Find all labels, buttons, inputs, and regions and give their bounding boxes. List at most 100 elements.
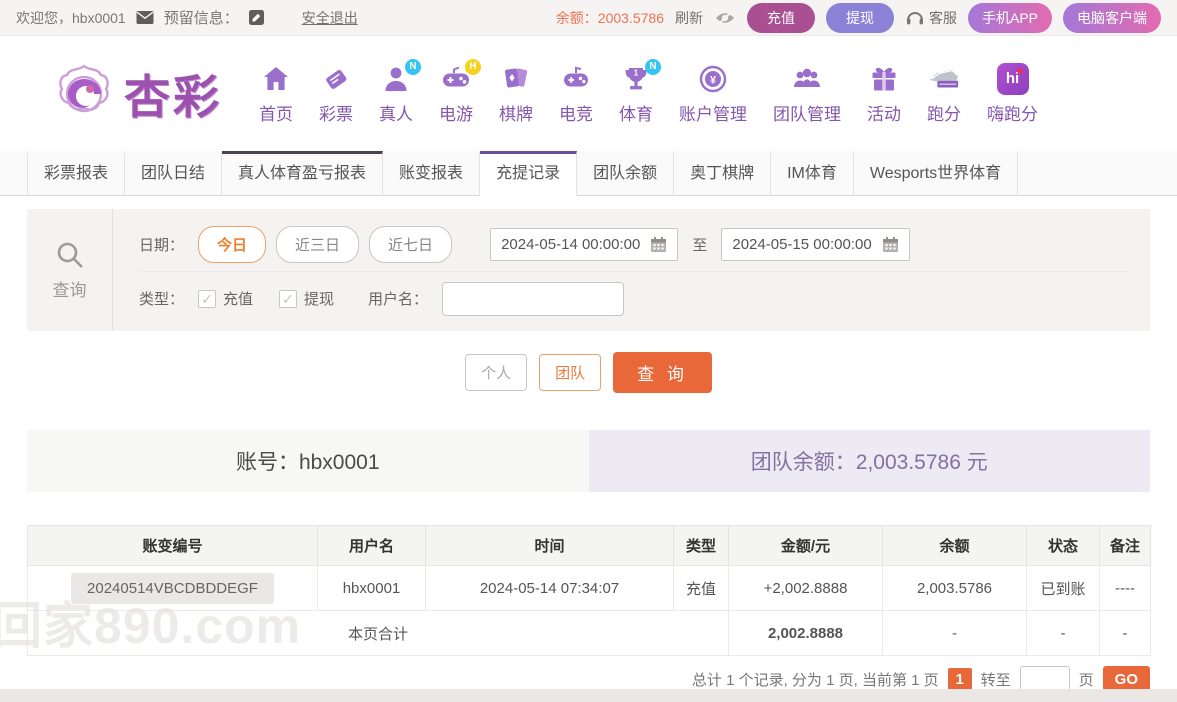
- total-remark-cell: -: [1099, 610, 1151, 656]
- badge-n: N: [405, 58, 421, 75]
- recharge-checkbox[interactable]: ✓: [198, 289, 217, 308]
- badge-n: N: [645, 58, 661, 75]
- nav-item-account-mgmt[interactable]: ¥ 账户管理: [666, 63, 760, 125]
- nav-item-paofen[interactable]: 跑分: [914, 63, 974, 125]
- home-icon: [260, 63, 292, 95]
- total-status-cell: -: [1026, 610, 1100, 656]
- nav-label: 体育: [619, 104, 653, 124]
- nav-label: 电游: [439, 104, 473, 124]
- cell-amount: +2,002.8888: [728, 565, 883, 611]
- records-table: 账变编号 用户名 时间 类型 金额/元 余额 状态 备注 20240514VBC…: [27, 525, 1151, 656]
- search-side-block[interactable]: 查询: [27, 209, 113, 331]
- nav-label: 彩票: [319, 104, 353, 124]
- team-icon: [791, 63, 823, 95]
- pc-client-button[interactable]: 电脑客户端: [1063, 2, 1161, 33]
- recharge-button[interactable]: 充值: [746, 2, 815, 33]
- nav-item-home[interactable]: 首页: [246, 63, 306, 125]
- date-to-input[interactable]: 2024-05-15 00:00:00: [721, 227, 910, 261]
- cell-change-id: 20240514VBCDBDDEGF: [27, 565, 318, 611]
- tab-lottery-report[interactable]: 彩票报表: [27, 151, 126, 195]
- envelope-icon[interactable]: [136, 10, 154, 25]
- nav-item-cards[interactable]: 棋牌: [486, 63, 546, 125]
- search-button[interactable]: 查 询: [613, 352, 712, 393]
- checkbox-withdraw-wrap[interactable]: ✓ 提现: [279, 288, 334, 309]
- calendar-icon[interactable]: [650, 236, 667, 253]
- nav-item-lottery[interactable]: 彩票: [306, 63, 366, 125]
- pill-last-7-days[interactable]: 近七日: [369, 225, 453, 263]
- tab-team-balance[interactable]: 团队余额: [577, 151, 675, 195]
- site-logo[interactable]: 杏彩: [52, 61, 222, 127]
- nav-label: 团队管理: [773, 104, 841, 124]
- ticket-icon: [320, 63, 352, 95]
- jump-to-label: 转至: [980, 672, 1011, 689]
- col-header-time: 时间: [425, 525, 674, 566]
- nav-item-promotions[interactable]: 活动: [854, 63, 914, 125]
- team-balance: 团队余额：2,003.5786 元: [588, 430, 1150, 492]
- gift-icon: [868, 63, 900, 95]
- filter-form: 日期： 今日 近三日 近七日 2024-05-14 00:00:00 至 202…: [113, 209, 1150, 331]
- customer-service-label: 客服: [928, 9, 957, 26]
- pill-last-3-days[interactable]: 近三日: [276, 225, 360, 263]
- gamepad-icon: H: [440, 58, 481, 95]
- date-label: 日期：: [139, 236, 185, 254]
- trophy-icon: 1 N: [620, 58, 661, 95]
- balance-text: 余额：2003.5786: [555, 9, 664, 26]
- tab-account-changes[interactable]: 账变报表: [383, 151, 481, 195]
- withdraw-checkbox[interactable]: ✓: [279, 289, 298, 308]
- nav-item-esports[interactable]: 电竞: [546, 63, 606, 125]
- filter-panel: 查询 日期： 今日 近三日 近七日 2024-05-14 00:00:00 至 …: [27, 209, 1150, 331]
- action-buttons: 个人 团队 查 询: [0, 352, 1177, 393]
- cell-remark: ----: [1099, 565, 1151, 611]
- nav-item-slots[interactable]: H 电游: [426, 58, 486, 125]
- flower-logo-icon: [52, 62, 116, 126]
- current-page-button[interactable]: 1: [947, 667, 972, 692]
- username-input[interactable]: [442, 281, 625, 316]
- live-dealer-icon: N: [380, 58, 421, 95]
- nav-label: 电竞: [559, 104, 593, 124]
- date-range-to-label: 至: [692, 236, 708, 254]
- nav-label: 活动: [867, 104, 901, 124]
- tab-im-sports[interactable]: IM体育: [771, 151, 854, 195]
- total-balance-cell: -: [882, 610, 1027, 656]
- badge-h: H: [465, 58, 481, 75]
- mobile-app-button[interactable]: 手机APP: [967, 2, 1052, 33]
- logout-link[interactable]: 安全退出: [302, 8, 358, 28]
- tab-wesports[interactable]: Wesports世界体育: [853, 151, 1019, 195]
- personal-button[interactable]: 个人: [465, 354, 528, 391]
- cards-icon: [500, 63, 532, 95]
- search-side-label: 查询: [52, 281, 87, 300]
- tab-live-sports-pnl[interactable]: 真人体育盈亏报表: [222, 151, 384, 195]
- nav-label: 首页: [259, 104, 293, 124]
- nav-item-hi-paofen[interactable]: hi 嗨跑分: [974, 62, 1051, 125]
- team-button[interactable]: 团队: [539, 354, 602, 391]
- withdraw-button[interactable]: 提现: [825, 2, 894, 33]
- tab-recharge-withdraw-records[interactable]: 充提记录: [480, 151, 578, 196]
- svg-text:¥: ¥: [710, 74, 717, 86]
- cell-username: hbx0001: [317, 565, 426, 611]
- nav-label: 真人: [379, 104, 413, 124]
- nav-label: 账户管理: [679, 104, 747, 124]
- customer-service[interactable]: 客服: [905, 8, 957, 28]
- topbar: 欢迎您，hbx0001 预留信息： 安全退出 余额：2003.5786 刷新 充…: [0, 0, 1177, 36]
- date-from-value: 2024-05-14 00:00:00: [501, 235, 641, 253]
- tab-aoding-cards[interactable]: 奥丁棋牌: [674, 151, 772, 195]
- recharge-checkbox-label: 充值: [223, 291, 254, 308]
- nav-item-team-mgmt[interactable]: 团队管理: [760, 63, 854, 125]
- table-header-row: 账变编号 用户名 时间 类型 金额/元 余额 状态 备注: [27, 525, 1151, 566]
- yuan-coin-icon: ¥: [697, 63, 729, 95]
- nav-item-live[interactable]: N 真人: [366, 58, 426, 125]
- edit-icon[interactable]: [248, 10, 264, 25]
- cell-status: 已到账: [1026, 565, 1100, 611]
- total-amount-cell: 2,002.8888: [728, 610, 883, 656]
- date-from-input[interactable]: 2024-05-14 00:00:00: [490, 227, 679, 261]
- withdraw-checkbox-label: 提现: [304, 291, 335, 308]
- eye-off-icon[interactable]: [714, 10, 736, 26]
- main-nav: 首页 彩票 N 真人 H 电游 棋牌 电竞 1 N 体育 ¥ 账户管理 团队管理…: [246, 58, 1051, 125]
- tab-team-daily[interactable]: 团队日结: [125, 151, 223, 195]
- refresh-link[interactable]: 刷新: [675, 8, 703, 28]
- nav-item-sports[interactable]: 1 N 体育: [606, 58, 666, 125]
- checkbox-recharge-wrap[interactable]: ✓ 充值: [198, 288, 253, 309]
- rhino-icon: [928, 63, 960, 95]
- pill-today[interactable]: 今日: [198, 225, 267, 263]
- calendar-icon[interactable]: [882, 236, 899, 253]
